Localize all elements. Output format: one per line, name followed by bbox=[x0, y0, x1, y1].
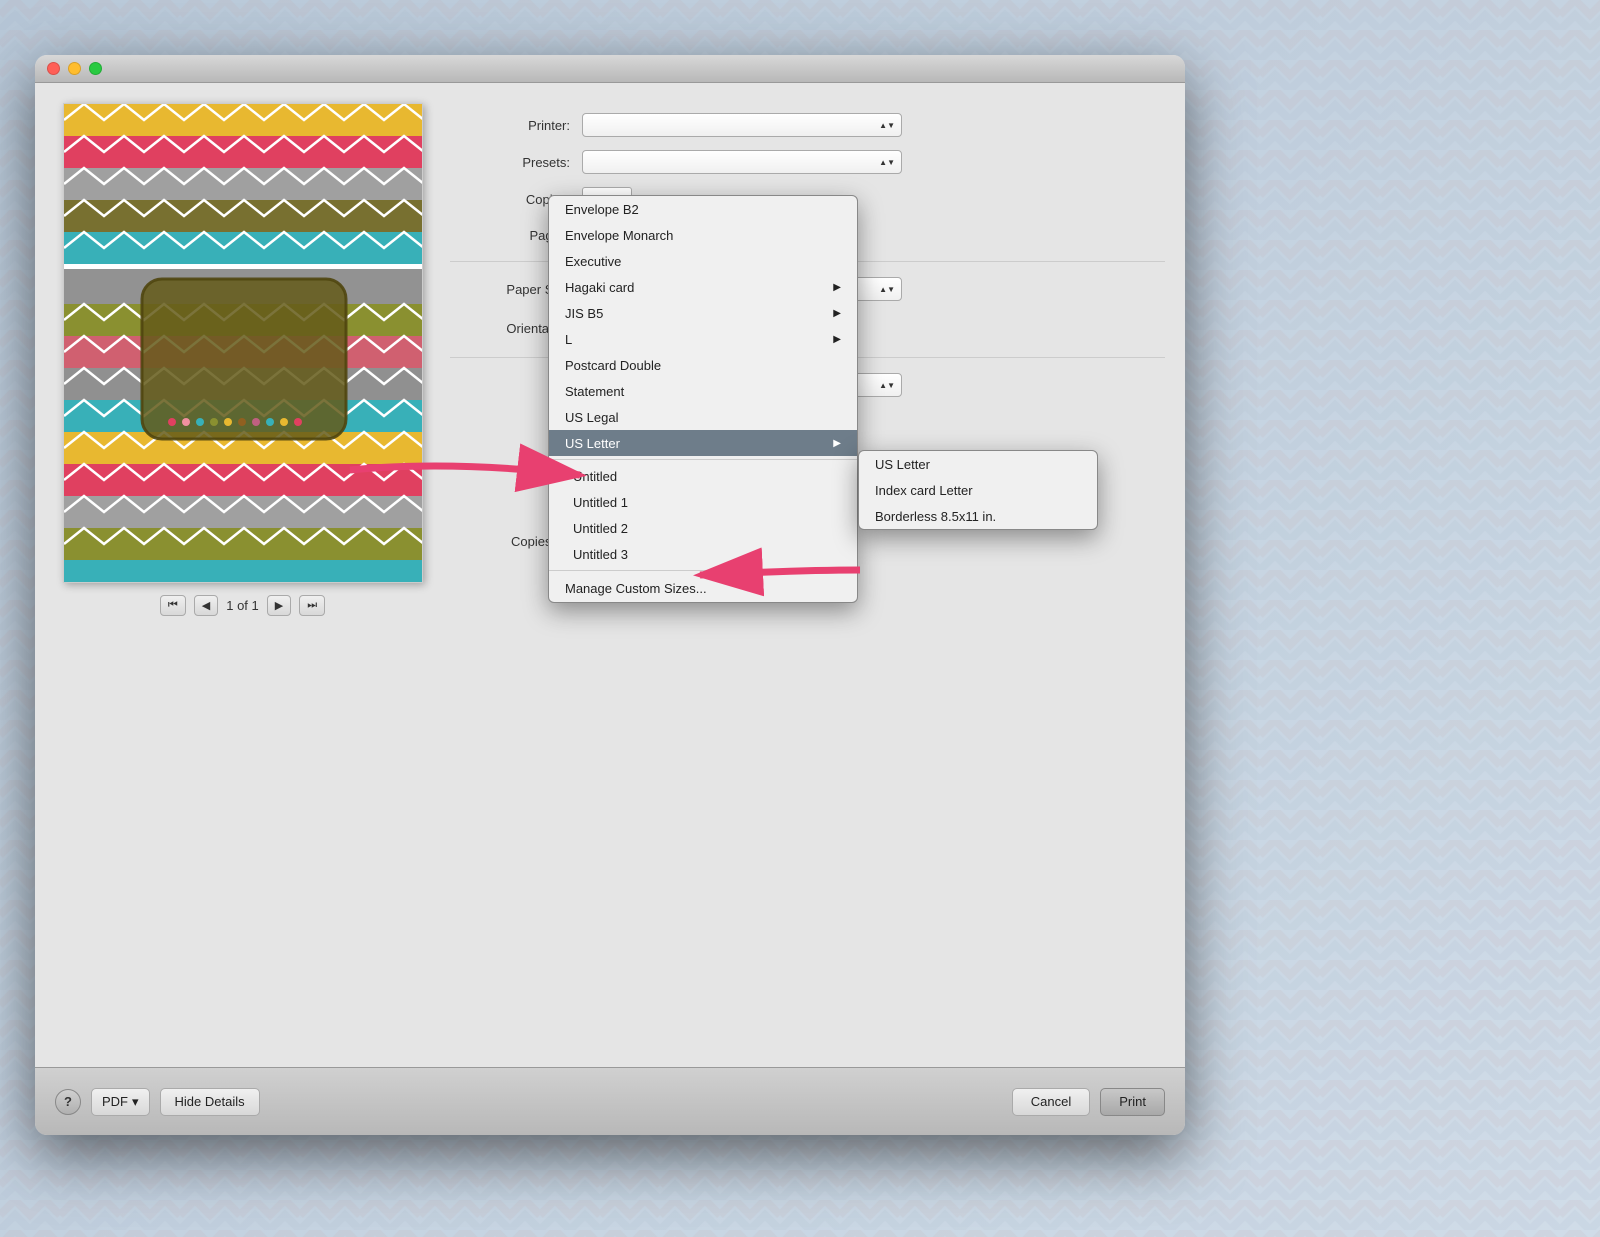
print-button[interactable]: Print bbox=[1100, 1088, 1165, 1116]
printer-row: Printer: ▲▼ bbox=[450, 113, 1165, 137]
presets-row: Presets: ▲▼ bbox=[450, 150, 1165, 174]
arrow-1 bbox=[330, 430, 610, 510]
pagination: ⏮ ◀ 1 of 1 ▶ ⏭ bbox=[160, 595, 325, 616]
arrow-2 bbox=[680, 540, 900, 600]
menu-item-untitled-2[interactable]: Untitled 2 bbox=[549, 515, 857, 541]
menu-item-statement[interactable]: Statement bbox=[549, 378, 857, 404]
printer-label: Printer: bbox=[450, 118, 570, 133]
menu-item-envelope-monarch[interactable]: Envelope Monarch bbox=[549, 222, 857, 248]
pdf-button[interactable]: PDF ▾ bbox=[91, 1088, 150, 1116]
presets-label: Presets: bbox=[450, 155, 570, 170]
next-page-btn[interactable]: ▶ bbox=[267, 595, 291, 616]
last-page-btn[interactable]: ⏭ bbox=[299, 595, 325, 616]
menu-item-executive[interactable]: Executive bbox=[549, 248, 857, 274]
preview-panel: ⏮ ◀ 1 of 1 ▶ ⏭ bbox=[55, 103, 430, 1047]
presets-select[interactable]: ▲▼ bbox=[582, 150, 902, 174]
submenu-item-index-card[interactable]: Index card Letter bbox=[859, 477, 1097, 503]
printer-select[interactable]: ▲▼ bbox=[582, 113, 902, 137]
maximize-button[interactable] bbox=[89, 62, 102, 75]
cancel-button[interactable]: Cancel bbox=[1012, 1088, 1090, 1116]
footer-left: ? PDF ▾ Hide Details bbox=[55, 1088, 260, 1116]
menu-item-l[interactable]: L ▶ bbox=[549, 326, 857, 352]
page-info: 1 of 1 bbox=[226, 598, 259, 613]
close-button[interactable] bbox=[47, 62, 60, 75]
submenu-item-us-letter[interactable]: US Letter bbox=[859, 451, 1097, 477]
us-letter-arrow: ▶ bbox=[833, 438, 841, 449]
submenu-item-borderless[interactable]: Borderless 8.5x11 in. bbox=[859, 503, 1097, 529]
footer-right: Cancel Print bbox=[1012, 1088, 1165, 1116]
title-bar bbox=[35, 55, 1185, 83]
menu-item-envelope-b2[interactable]: Envelope B2 bbox=[549, 196, 857, 222]
minimize-button[interactable] bbox=[68, 62, 81, 75]
first-page-btn[interactable]: ⏮ bbox=[160, 595, 186, 616]
preview-box bbox=[63, 103, 423, 583]
help-button[interactable]: ? bbox=[55, 1089, 81, 1115]
menu-item-postcard-double[interactable]: Postcard Double bbox=[549, 352, 857, 378]
menu-item-us-legal[interactable]: US Legal bbox=[549, 404, 857, 430]
jis-arrow: ▶ bbox=[833, 308, 841, 319]
us-letter-submenu: US Letter Index card Letter Borderless 8… bbox=[858, 450, 1098, 530]
hagaki-arrow: ▶ bbox=[833, 282, 841, 293]
l-arrow: ▶ bbox=[833, 334, 841, 345]
hide-details-button[interactable]: Hide Details bbox=[160, 1088, 260, 1116]
dialog-footer: ? PDF ▾ Hide Details Cancel Print bbox=[35, 1067, 1185, 1135]
preview-chevron bbox=[64, 104, 422, 582]
prev-page-btn[interactable]: ◀ bbox=[194, 595, 218, 616]
menu-item-hagaki[interactable]: Hagaki card ▶ bbox=[549, 274, 857, 300]
menu-item-jis-b5[interactable]: JIS B5 ▶ bbox=[549, 300, 857, 326]
